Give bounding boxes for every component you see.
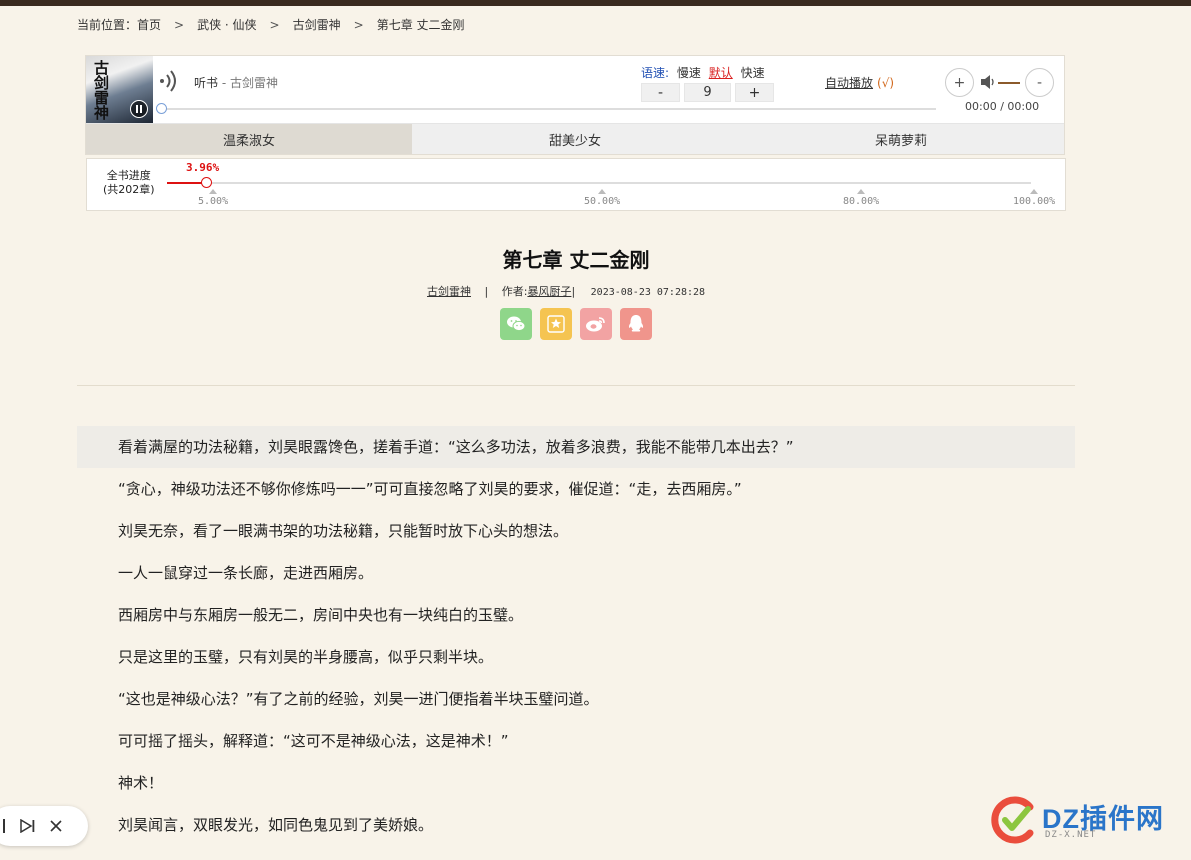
paragraph: 刘昊闻言，双眼发光，如同色鬼见到了美娇娘。: [118, 816, 434, 834]
mini-player: [0, 806, 88, 846]
volume-down-button[interactable]: -: [1025, 68, 1054, 97]
pause-button[interactable]: [130, 100, 148, 118]
breadcrumb-label: 当前位置：: [77, 18, 138, 32]
breadcrumb-book[interactable]: 古剑雷神: [293, 16, 341, 33]
book-link[interactable]: 古剑雷神: [427, 285, 471, 298]
speed-slow-option[interactable]: 慢速: [677, 66, 701, 80]
progress-track[interactable]: [167, 182, 1031, 184]
voice-tab-sweet[interactable]: 甜美少女: [412, 124, 738, 154]
player-title-book: - 古剑雷神: [218, 76, 278, 90]
seek-bar[interactable]: [162, 108, 936, 110]
speed-label: 语速:: [641, 66, 670, 80]
weibo-icon: [586, 317, 605, 332]
pause-icon[interactable]: [2, 819, 6, 833]
breadcrumb-chapter: 第七章 丈二金刚: [376, 18, 465, 32]
paragraph: “贪心，神级功法还不够你修炼吗一一”可可直接忽略了刘昊的要求，催促道：“走，去西…: [118, 480, 742, 498]
chapter-meta: 古剑雷神 | 作者:暴风厨子| 2023-08-23 07:28:28: [427, 283, 705, 299]
breadcrumb: 当前位置： 首页 > 武侠 · 仙侠 > 古剑雷神 > 第七章 丈二金刚: [77, 16, 465, 33]
player-title: 听书 - 古剑雷神: [194, 74, 278, 91]
breadcrumb-separator: >: [174, 17, 185, 32]
share-qq-button[interactable]: [620, 308, 652, 340]
paragraph: 西厢房中与东厢房一般无二，房间中央也有一块纯白的玉璧。: [118, 606, 524, 624]
seek-handle[interactable]: [156, 103, 167, 114]
volume-up-button[interactable]: +: [945, 68, 974, 97]
progress-mark-5[interactable]: 5.00%: [198, 189, 228, 207]
cover-title: 古剑雷神: [92, 60, 110, 120]
paragraph: “这也是神级心法？”有了之前的经验，刘昊一进门便指着半块玉璧问道。: [118, 690, 599, 708]
chapter-title: 第七章 丈二金刚: [502, 248, 650, 272]
watermark-subtext: DZ-X.NET: [1045, 830, 1097, 840]
paragraph: 一人一鼠穿过一条长廊，走进西厢房。: [118, 564, 374, 582]
player-title-prefix: 听书: [194, 76, 219, 90]
wechat-icon: [507, 316, 526, 332]
progress-mark-50[interactable]: 50.00%: [584, 189, 620, 207]
paragraph: 神术！: [118, 774, 164, 792]
voice-tab-cute[interactable]: 呆萌萝莉: [738, 124, 1064, 154]
paragraph-current: 看着满屋的功法秘籍，刘昊眼露馋色，搓着手道：“这么多功法，放着多浪费，我能不能带…: [77, 426, 1075, 468]
breadcrumb-separator: >: [353, 17, 364, 32]
breadcrumb-separator: >: [269, 17, 280, 32]
breadcrumb-category[interactable]: 武侠 · 仙侠: [197, 16, 256, 33]
speed-decrease-button[interactable]: -: [641, 83, 680, 102]
auto-play-status: (√): [877, 76, 895, 90]
watermark: DZ插件网 DZ-X.NET: [990, 795, 1180, 849]
progress-value: 3.96%: [186, 161, 220, 174]
voice-tabs: 温柔淑女 甜美少女 呆萌萝莉: [86, 123, 1064, 154]
share-favorite-button[interactable]: [540, 308, 572, 340]
meta-separator: |: [484, 285, 489, 298]
speed-stepper: - 9 +: [641, 83, 774, 102]
progress-label-line2: (共202章): [103, 183, 155, 196]
qq-icon: [628, 315, 644, 332]
speed-fast-option[interactable]: 快速: [741, 66, 765, 80]
time-display: 00:00 / 00:00: [965, 100, 1040, 113]
speed-default-option[interactable]: 默认: [709, 66, 733, 80]
speed-increase-button[interactable]: +: [735, 83, 774, 102]
speed-options: 语速: 慢速 默认 快速: [641, 64, 765, 81]
paragraph: 可可摇了摇头，解释道：“这可不是神级心法，这是神术！”: [118, 732, 509, 750]
paragraph: 只是这里的玉璧，只有刘昊的半身腰高，似乎只剩半块。: [118, 648, 494, 666]
progress-handle[interactable]: [201, 177, 212, 188]
chapter-content: 看着满屋的功法秘籍，刘昊眼露馋色，搓着手道：“这么多功法，放着多浪费，我能不能带…: [77, 426, 1075, 846]
voice-tab-gentle[interactable]: 温柔淑女: [86, 124, 412, 154]
book-progress: 全书进度 (共202章) 3.96% 5.00% 50.00% 80.00% 1…: [86, 158, 1066, 211]
book-cover: 古剑雷神: [86, 56, 153, 123]
volume-bar[interactable]: [998, 82, 1020, 84]
author-label: 作者:: [501, 285, 528, 298]
speed-value: 9: [684, 83, 731, 102]
author-link[interactable]: 暴风厨子: [527, 285, 571, 298]
audio-player: 古剑雷神 听书 - 古剑雷神 语速: 慢速 默认 快速 - 9 + 自动播放 (√…: [85, 55, 1065, 155]
breadcrumb-home[interactable]: 首页: [137, 16, 161, 33]
next-track-icon[interactable]: [20, 819, 36, 833]
watermark-logo-icon: [991, 796, 1034, 844]
share-weibo-button[interactable]: [580, 308, 612, 340]
share-buttons: [500, 308, 652, 340]
auto-play-toggle[interactable]: 自动播放: [825, 76, 873, 90]
share-wechat-button[interactable]: [500, 308, 532, 340]
publish-date: 2023-08-23 07:28:28: [590, 287, 706, 298]
meta-separator: |: [571, 285, 576, 298]
progress-label: 全书进度 (共202章): [103, 169, 155, 197]
top-bar: [0, 0, 1191, 6]
paragraph: 刘昊无奈，看了一眼满书架的功法秘籍，只能暂时放下心头的想法。: [118, 522, 569, 540]
auto-play: 自动播放 (√): [825, 74, 894, 91]
star-icon: [547, 315, 565, 333]
volume-icon[interactable]: [980, 75, 996, 89]
progress-mark-80[interactable]: 80.00%: [843, 189, 879, 207]
progress-mark-100[interactable]: 100.00%: [1013, 189, 1055, 207]
sound-waves-icon: [160, 70, 176, 92]
pause-icon: [136, 105, 142, 113]
progress-label-line1: 全书进度: [106, 169, 151, 182]
header-divider: [77, 385, 1075, 386]
close-icon[interactable]: [50, 820, 62, 832]
